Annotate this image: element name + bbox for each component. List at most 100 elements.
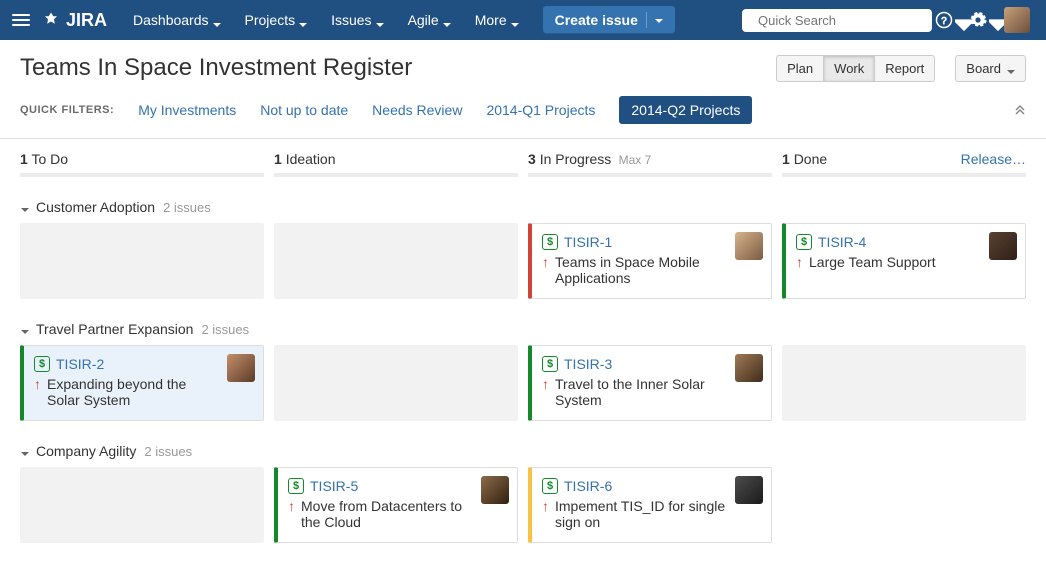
issue-type-icon: $ [34, 356, 50, 372]
column-count: 1 [782, 151, 790, 167]
empty-cell[interactable] [20, 467, 264, 543]
page-title: Teams In Space Investment Register [20, 54, 766, 82]
swimlane-title: Company Agility [36, 443, 136, 459]
column-header-to-do: 1 To Do [20, 151, 264, 177]
quick-filter-1[interactable]: Not up to date [260, 102, 348, 118]
assignee-avatar[interactable] [989, 232, 1017, 260]
collapse-all-icon[interactable] [1014, 103, 1026, 118]
quick-filters: QUICK FILTERS: My Investments Not up to d… [20, 96, 1026, 124]
nav-item-projects[interactable]: Projects [233, 0, 320, 40]
swimlane-header[interactable]: Travel Partner Expansion 2 issues [20, 321, 1026, 337]
help-icon[interactable]: ? [932, 0, 966, 40]
view-work-button[interactable]: Work [823, 55, 875, 82]
nav-item-more[interactable]: More [463, 0, 531, 40]
swimlane-header[interactable]: Company Agility2 issues [20, 443, 1026, 459]
column-name: In Progress [540, 151, 612, 167]
settings-icon[interactable] [966, 0, 1000, 40]
empty-cell[interactable] [782, 345, 1026, 421]
issue-summary: Move from Datacenters to the Cloud [301, 498, 473, 530]
app-switcher-icon[interactable] [12, 0, 32, 40]
issue-card-TISIR-5[interactable]: $TISIR-5↑Move from Datacenters to the Cl… [274, 467, 518, 543]
swimlane-header[interactable]: Customer Adoption2 issues [20, 199, 1026, 215]
chevron-down-icon [20, 324, 30, 334]
quick-search-input[interactable] [756, 12, 936, 29]
issue-key[interactable]: TISIR-4 [818, 234, 866, 250]
view-report-button[interactable]: Report [874, 55, 935, 82]
swimlane-row: $TISIR-1↑Teams in Space Mobile Applicati… [20, 223, 1026, 299]
release-link[interactable]: Release… [961, 151, 1026, 167]
quick-filter-2[interactable]: Needs Review [372, 102, 462, 118]
issue-key[interactable]: TISIR-3 [564, 356, 612, 372]
nav-item-label: Issues [331, 12, 371, 28]
assignee-avatar[interactable] [227, 354, 255, 382]
issue-key[interactable]: TISIR-6 [564, 478, 612, 494]
column-count: 1 [20, 151, 28, 167]
jira-logo-icon [42, 11, 60, 29]
empty-cell[interactable] [274, 223, 518, 299]
assignee-avatar[interactable] [735, 476, 763, 504]
chevron-down-icon [299, 16, 307, 24]
view-plan-button[interactable]: Plan [776, 55, 824, 82]
chevron-down-icon [511, 16, 519, 24]
issue-card-TISIR-1[interactable]: $TISIR-1↑Teams in Space Mobile Applicati… [528, 223, 772, 299]
quick-filter-0[interactable]: My Investments [138, 102, 236, 118]
chevron-down-icon [376, 16, 384, 24]
quick-search[interactable] [742, 9, 932, 32]
nav-item-label: More [475, 12, 507, 28]
nav-item-label: Projects [245, 12, 296, 28]
jira-logo[interactable]: JIRA [42, 10, 107, 31]
create-issue-button[interactable]: Create issue [543, 6, 675, 34]
quick-filters-label: QUICK FILTERS: [20, 104, 114, 116]
create-issue-label: Create issue [555, 12, 638, 28]
nav-item-issues[interactable]: Issues [319, 0, 395, 40]
user-avatar[interactable] [1000, 0, 1034, 40]
column-header-ideation: 1 Ideation [274, 151, 518, 177]
nav-item-agile[interactable]: Agile [396, 0, 463, 40]
issue-type-icon: $ [796, 234, 812, 250]
board-cell: $TISIR-2↑Expanding beyond the Solar Syst… [20, 345, 264, 421]
create-issue-dropdown[interactable] [646, 12, 663, 28]
board-menu-button[interactable]: Board [955, 55, 1026, 82]
assignee-avatar[interactable] [735, 232, 763, 260]
chevron-down-icon [20, 202, 30, 212]
issue-card-TISIR-2[interactable]: $TISIR-2↑Expanding beyond the Solar Syst… [20, 345, 264, 421]
board-cell [274, 345, 518, 421]
issue-summary: Travel to the Inner Solar System [555, 376, 727, 408]
issue-card-TISIR-3[interactable]: $ TISIR-3 ↑ Travel to the Inner Solar Syste… [528, 345, 772, 421]
issue-key[interactable]: TISIR-5 [310, 478, 358, 494]
issue-type-icon: $ [542, 356, 558, 372]
swimlane-title: Travel Partner Expansion [36, 321, 193, 337]
swimlane-2: Company Agility2 issues $TISIR-5↑Move fro… [20, 443, 1026, 543]
swimlane-0: Customer Adoption2 issues $TISIR-1↑Teams … [20, 199, 1026, 299]
swimlane-meta: 2 issues [163, 200, 211, 215]
board-cell: $TISIR-6↑Impement TIS_ID for single sign… [528, 467, 772, 543]
nav-item-dashboards[interactable]: Dashboards [121, 0, 233, 40]
issue-summary: Teams in Space Mobile Applications [555, 254, 727, 286]
assignee-avatar[interactable] [481, 476, 509, 504]
quick-filter-3[interactable]: 2014-Q1 Projects [486, 102, 595, 118]
assignee-avatar[interactable] [735, 354, 763, 382]
swimlane-row: $TISIR-2↑Expanding beyond the Solar Syst… [20, 345, 1026, 421]
board-cell: $ TISIR-3 ↑ Travel to the Inner Solar Syste… [528, 345, 772, 421]
column-max: Max 7 [615, 153, 651, 167]
svg-text:?: ? [941, 16, 947, 27]
priority-icon: ↑ [542, 376, 549, 392]
issue-card-TISIR-4[interactable]: $TISIR-4↑Large Team Support [782, 223, 1026, 299]
view-mode-group: PlanWorkReport [776, 55, 935, 82]
issue-key[interactable]: TISIR-1 [564, 234, 612, 250]
board-cell [274, 223, 518, 299]
quick-filter-4[interactable]: 2014-Q2 Projects [619, 96, 752, 124]
nav-item-label: Agile [408, 12, 439, 28]
empty-cell[interactable] [274, 345, 518, 421]
issue-key[interactable]: TISIR-2 [56, 356, 104, 372]
empty-cell[interactable] [20, 223, 264, 299]
issue-type-icon: $ [542, 478, 558, 494]
board-cell [782, 467, 1026, 543]
chevron-down-icon [213, 16, 221, 24]
jira-logo-text: JIRA [66, 10, 107, 31]
issue-summary: Impement TIS_ID for single sign on [555, 498, 727, 530]
priority-icon: ↑ [34, 376, 41, 392]
column-headers: 1 To Do1 Ideation3 In Progress Max 71 Do… [20, 151, 1026, 177]
swimlane-meta: 2 issues [201, 322, 249, 337]
issue-card-TISIR-6[interactable]: $TISIR-6↑Impement TIS_ID for single sign… [528, 467, 772, 543]
